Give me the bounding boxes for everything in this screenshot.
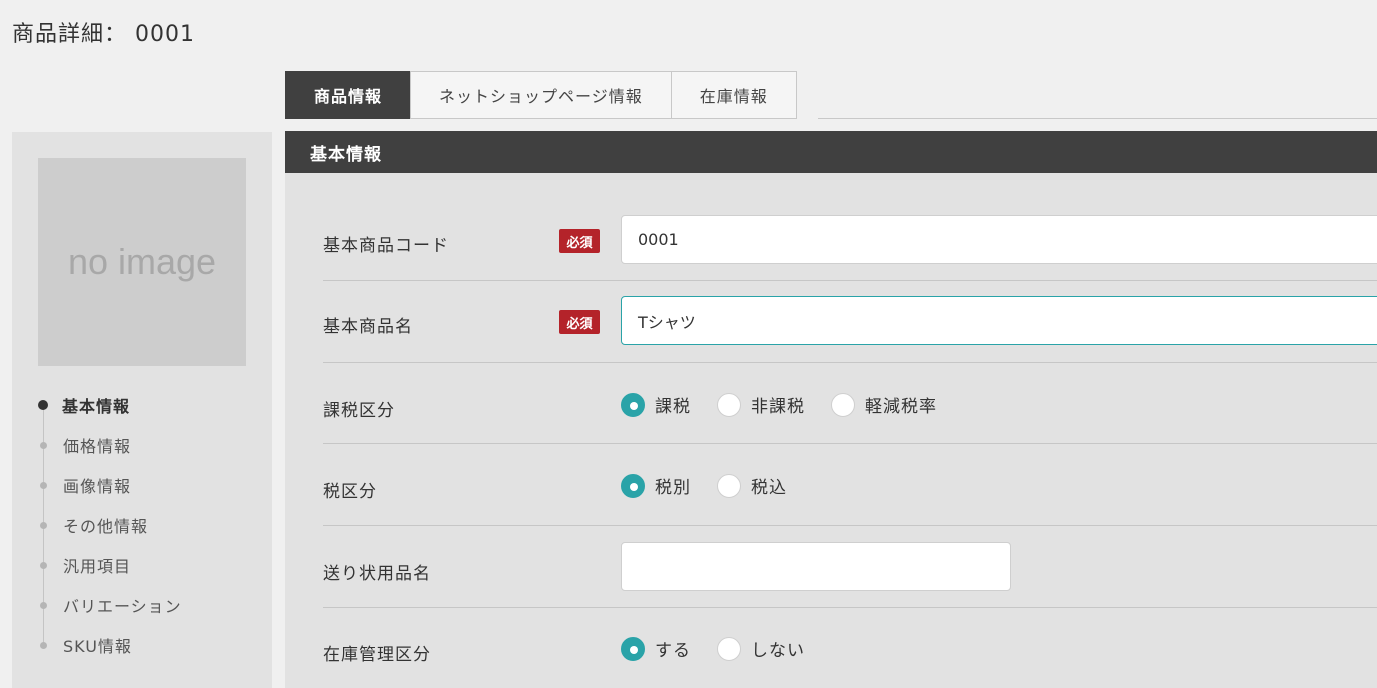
tab-netshop-page-info[interactable]: ネットショップページ情報 [410, 71, 671, 119]
tax-type-label: 税区分 [323, 482, 377, 502]
nav-item-label: 画像情報 [63, 477, 132, 496]
shipping-name-input[interactable] [621, 542, 1011, 591]
nav-item-price-info[interactable]: 価格情報 [36, 425, 182, 465]
product-name-input[interactable]: Tシャツ [621, 296, 1377, 345]
radio-label: する [655, 641, 691, 661]
page-title: 商品詳細： 0001 [12, 22, 195, 47]
tax-type-radio-group: 税別 税込 [621, 473, 813, 498]
product-name-label: 基本商品名 [323, 317, 413, 337]
form-row-stock-management: 在庫管理区分 する しない [323, 608, 1377, 688]
nav-item-basic-info[interactable]: 基本情報 [36, 385, 182, 425]
nav-dot-icon [40, 601, 47, 609]
nav-dot-icon [40, 561, 47, 569]
radio-unchecked-icon [717, 636, 741, 661]
form-row-taxation: 課税区分 課税 非課税 軽減税率 [323, 363, 1377, 444]
radio-stock-manage-no[interactable]: しない [717, 636, 805, 661]
nav-item-sku-info[interactable]: SKU情報 [36, 625, 182, 665]
product-code-input[interactable]: 0001 [621, 215, 1377, 264]
radio-label: 非課税 [751, 397, 805, 417]
radio-non-taxable[interactable]: 非課税 [717, 392, 805, 417]
nav-item-label: バリエーション [63, 597, 182, 616]
section-title: 基本情報 [285, 131, 1377, 173]
radio-unchecked-icon [831, 392, 855, 417]
stock-management-radio-group: する しない [621, 636, 831, 661]
shipping-name-label: 送り状用品名 [323, 564, 431, 584]
required-badge: 必須 [559, 310, 600, 334]
nav-item-label: 基本情報 [62, 397, 131, 416]
nav-dot-icon [38, 400, 48, 410]
radio-stock-manage-yes[interactable]: する [621, 636, 691, 661]
sidebar: no image 基本情報 価格情報 画像情報 その他情報 汎用項目 バリエーシ… [12, 132, 272, 688]
nav-dot-icon [40, 481, 47, 489]
main-panel: 基本情報 基本商品コード 必須 0001 基本商品名 必須 Tシャツ 課税区分 … [285, 131, 1377, 688]
product-code-label: 基本商品コード [323, 236, 449, 256]
radio-label: 税別 [655, 478, 691, 498]
radio-tax-excluded[interactable]: 税別 [621, 473, 691, 498]
taxation-radio-group: 課税 非課税 軽減税率 [621, 392, 963, 417]
nav-item-general-items[interactable]: 汎用項目 [36, 545, 182, 585]
nav-dot-icon [40, 521, 47, 529]
form-row-product-name: 基本商品名 必須 Tシャツ [323, 281, 1377, 363]
tab-stock-info[interactable]: 在庫情報 [670, 71, 797, 119]
form-row-product-code: 基本商品コード 必須 0001 [323, 173, 1377, 281]
nav-dot-icon [40, 441, 47, 449]
form-row-shipping-name: 送り状用品名 [323, 526, 1377, 608]
radio-reduced-rate[interactable]: 軽減税率 [831, 392, 937, 417]
nav-item-other-info[interactable]: その他情報 [36, 505, 182, 545]
radio-checked-icon [621, 473, 645, 498]
tab-divider [818, 118, 1377, 119]
product-form: 基本商品コード 必須 0001 基本商品名 必須 Tシャツ 課税区分 課税 非課… [323, 173, 1377, 688]
nav-item-label: 価格情報 [63, 437, 132, 456]
radio-unchecked-icon [717, 392, 741, 417]
stock-management-label: 在庫管理区分 [323, 645, 431, 665]
radio-unchecked-icon [717, 473, 741, 498]
radio-label: 軽減税率 [865, 397, 937, 417]
required-badge: 必須 [559, 229, 600, 253]
tab-product-info[interactable]: 商品情報 [285, 71, 411, 119]
radio-label: 税込 [751, 478, 787, 498]
product-image-placeholder: no image [38, 158, 246, 366]
nav-item-label: 汎用項目 [63, 557, 132, 576]
nav-item-label: SKU情報 [63, 637, 132, 656]
radio-label: しない [751, 641, 805, 661]
radio-taxable[interactable]: 課税 [621, 392, 691, 417]
radio-tax-included[interactable]: 税込 [717, 473, 787, 498]
radio-label: 課税 [655, 397, 691, 417]
nav-item-variation[interactable]: バリエーション [36, 585, 182, 625]
nav-item-image-info[interactable]: 画像情報 [36, 465, 182, 505]
tab-bar: 商品情報 ネットショップページ情報 在庫情報 [285, 71, 797, 119]
section-nav: 基本情報 価格情報 画像情報 その他情報 汎用項目 バリエーション SKU情報 [36, 385, 182, 665]
form-row-tax-type: 税区分 税別 税込 [323, 444, 1377, 526]
radio-checked-icon [621, 392, 645, 417]
taxation-label: 課税区分 [323, 401, 395, 421]
nav-dot-icon [40, 641, 47, 649]
radio-checked-icon [621, 636, 645, 661]
nav-item-label: その他情報 [63, 517, 149, 536]
